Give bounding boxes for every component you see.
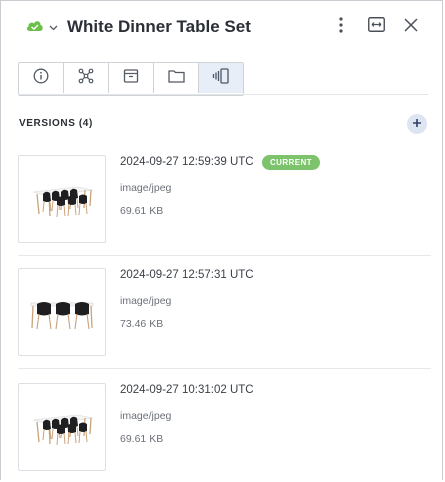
plus-icon: [412, 115, 422, 133]
dining-set-image: [32, 186, 94, 218]
tab-folder[interactable]: [154, 63, 199, 93]
version-mime-type: image/jpeg: [120, 295, 172, 307]
folder-icon: [167, 69, 185, 88]
tabs-divider: [18, 94, 428, 95]
version-item[interactable]: 2024-09-27 10:31:02 UTC image/jpeg 69.61…: [18, 383, 431, 480]
chevron-down-icon: [49, 18, 58, 36]
dining-set-image: [32, 414, 94, 446]
version-thumbnail[interactable]: [18, 155, 106, 243]
tab-relations[interactable]: [64, 63, 109, 93]
tab-info[interactable]: [19, 63, 64, 93]
version-date: 2024-09-27 10:31:02 UTC: [120, 384, 254, 396]
version-thumbnail[interactable]: [18, 268, 106, 356]
version-divider: [18, 368, 431, 369]
version-thumbnail[interactable]: [18, 383, 106, 471]
tab-versions[interactable]: [199, 63, 243, 93]
cloud-icon: [25, 17, 45, 38]
dining-set-image: [30, 302, 94, 330]
detail-tabs: [18, 62, 244, 96]
version-divider: [18, 255, 431, 256]
more-vertical-icon: [339, 16, 343, 38]
box-icon: [123, 68, 139, 89]
current-badge: CURRENT: [262, 155, 320, 170]
version-item[interactable]: 2024-09-27 12:59:39 UTC CURRENT image/jp…: [18, 155, 431, 268]
more-options-button[interactable]: [329, 15, 353, 39]
nodes-icon: [78, 68, 94, 89]
close-icon: [404, 17, 418, 37]
version-mime-type: image/jpeg: [120, 182, 172, 194]
version-file-size: 69.61 KB: [120, 433, 164, 445]
asset-details-panel: White Dinner Table Set VERSIONS (4) 2024…: [0, 0, 443, 480]
expand-horizontal-icon: [367, 17, 385, 37]
tab-archive[interactable]: [109, 63, 154, 93]
panel-header: White Dinner Table Set: [1, 1, 442, 53]
cloud-status-dropdown[interactable]: [25, 16, 59, 38]
version-file-size: 69.61 KB: [120, 205, 164, 217]
version-file-size: 73.46 KB: [120, 318, 164, 330]
versions-heading: VERSIONS (4): [19, 118, 93, 129]
info-icon: [33, 68, 49, 89]
panel-title: White Dinner Table Set: [67, 17, 251, 36]
add-version-button[interactable]: [407, 114, 427, 134]
version-date: 2024-09-27 12:59:39 UTC: [120, 156, 254, 168]
expand-panel-button[interactable]: [364, 15, 388, 39]
close-button[interactable]: [399, 15, 423, 39]
version-date: 2024-09-27 12:57:31 UTC: [120, 269, 254, 281]
version-mime-type: image/jpeg: [120, 410, 172, 422]
version-item[interactable]: 2024-09-27 12:57:31 UTC image/jpeg 73.46…: [18, 268, 431, 381]
versions-icon: [212, 67, 230, 89]
